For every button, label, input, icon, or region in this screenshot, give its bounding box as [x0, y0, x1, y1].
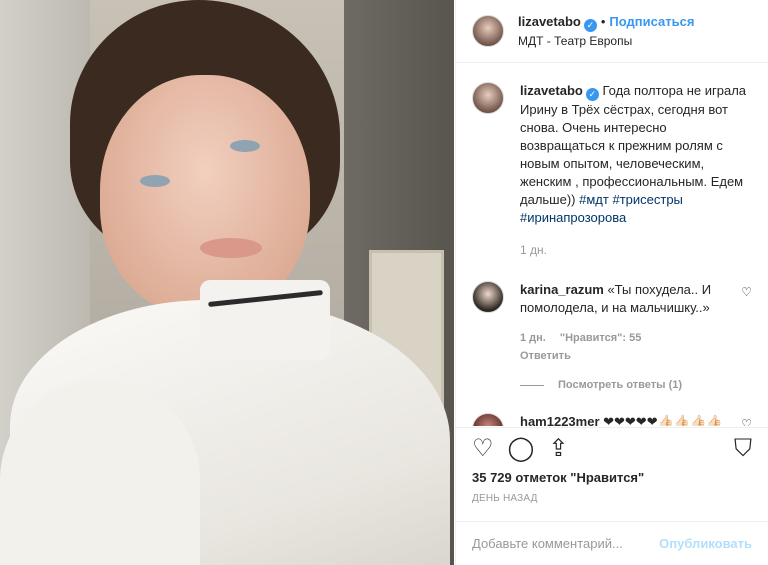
comment-body: karina_razum «Ты похудела.. И помолодела… — [520, 281, 735, 365]
likes-count[interactable]: 35 729 отметок "Нравится" — [472, 470, 752, 485]
comment-meta: 1 дн. "Нравится": 55 Ответить — [520, 329, 735, 365]
hashtag-link[interactable]: #трисестры — [612, 192, 682, 207]
hashtag-link[interactable]: #мдт — [579, 192, 609, 207]
post-photo[interactable] — [0, 0, 454, 565]
bookmark-icon[interactable]: ⛉ — [734, 437, 752, 461]
commenter-username[interactable]: ham1223mer — [520, 414, 600, 426]
verified-badge-icon: ✓ — [583, 18, 597, 32]
photo-sleeve — [0, 380, 200, 565]
comment-item: ham1223mer ❤❤❤❤❤👍🏻👍🏻👍🏻👍🏻 😊😊😊😊 ♡ — [472, 413, 752, 426]
comment-bubble-icon[interactable]: ◯ — [508, 437, 535, 461]
comments-list[interactable]: lizavetabo ✓ Года полтора не играла Ирину… — [456, 64, 768, 426]
like-heart-icon[interactable]: ♡ — [472, 437, 494, 461]
post-actions: ♡ ◯ ⇪ ⛉ 35 729 отметок "Нравится" ДЕНЬ Н… — [456, 427, 768, 504]
replies-line — [520, 384, 544, 386]
like-comment-heart-icon[interactable]: ♡ — [741, 285, 752, 365]
view-replies-button[interactable]: Посмотреть ответы (1) — [520, 379, 752, 391]
author-username[interactable]: lizavetabo — [518, 14, 581, 29]
action-icons: ♡ ◯ ⇪ ⛉ — [472, 428, 752, 470]
caption-row: lizavetabo ✓ Года полтора не играла Ирину… — [472, 82, 752, 259]
caption-body: lizavetabo ✓ Года полтора не играла Ирину… — [520, 82, 752, 259]
caption-avatar[interactable] — [472, 82, 504, 114]
caption-time[interactable]: 1 дн. — [520, 241, 752, 259]
photo-face — [100, 75, 310, 315]
photo-lips — [200, 238, 262, 258]
header-separator: • — [600, 13, 606, 29]
post-side-panel: lizavetabo ✓ • Подписаться МДТ - Театр Евро… — [455, 0, 768, 565]
post-location[interactable]: МДТ - Театр Европы — [518, 33, 694, 49]
commenter-username[interactable]: karina_razum — [520, 282, 604, 297]
commenter-avatar[interactable] — [472, 413, 504, 426]
comment-body: ham1223mer ❤❤❤❤❤👍🏻👍🏻👍🏻👍🏻 😊😊😊😊 — [520, 413, 735, 426]
comment-time[interactable]: 1 дн. — [520, 332, 546, 344]
post-header: lizavetabo ✓ • Подписаться МДТ - Театр Евро… — [456, 0, 768, 63]
like-comment-heart-icon[interactable]: ♡ — [741, 417, 752, 426]
header-text: lizavetabo ✓ • Подписаться МДТ - Театр Евро… — [518, 14, 694, 49]
add-comment-bar: Опубликовать — [456, 521, 768, 565]
photo-eye-right — [230, 140, 260, 152]
photo-eye-left — [140, 175, 170, 187]
hashtag-link[interactable]: #иринапрозорова — [520, 210, 626, 225]
comment-input[interactable] — [472, 536, 660, 551]
comment-row: karina_razum «Ты похудела.. И помолодела… — [472, 281, 752, 365]
follow-button[interactable]: Подписаться — [609, 14, 694, 29]
view-replies-label: Посмотреть ответы (1) — [558, 379, 683, 391]
comment-row: ham1223mer ❤❤❤❤❤👍🏻👍🏻👍🏻👍🏻 😊😊😊😊 ♡ — [472, 413, 752, 426]
verified-badge-icon: ✓ — [585, 88, 599, 101]
publish-button[interactable]: Опубликовать — [659, 536, 752, 551]
reply-button[interactable]: Ответить — [520, 347, 735, 365]
commenter-avatar[interactable] — [472, 281, 504, 313]
comment-likes[interactable]: "Нравится": 55 — [560, 332, 641, 344]
author-avatar[interactable] — [472, 15, 504, 47]
share-icon[interactable]: ⇪ — [548, 437, 568, 461]
comment-item: karina_razum «Ты похудела.. И помолодела… — [472, 281, 752, 391]
instagram-post: lizavetabo ✓ • Подписаться МДТ - Театр Евро… — [0, 0, 768, 565]
caption-username[interactable]: lizavetabo — [520, 83, 583, 98]
caption-text: Года полтора не играла Ирину в Трёх сёст… — [520, 83, 747, 207]
post-date[interactable]: ДЕНЬ НАЗАД — [472, 493, 752, 504]
